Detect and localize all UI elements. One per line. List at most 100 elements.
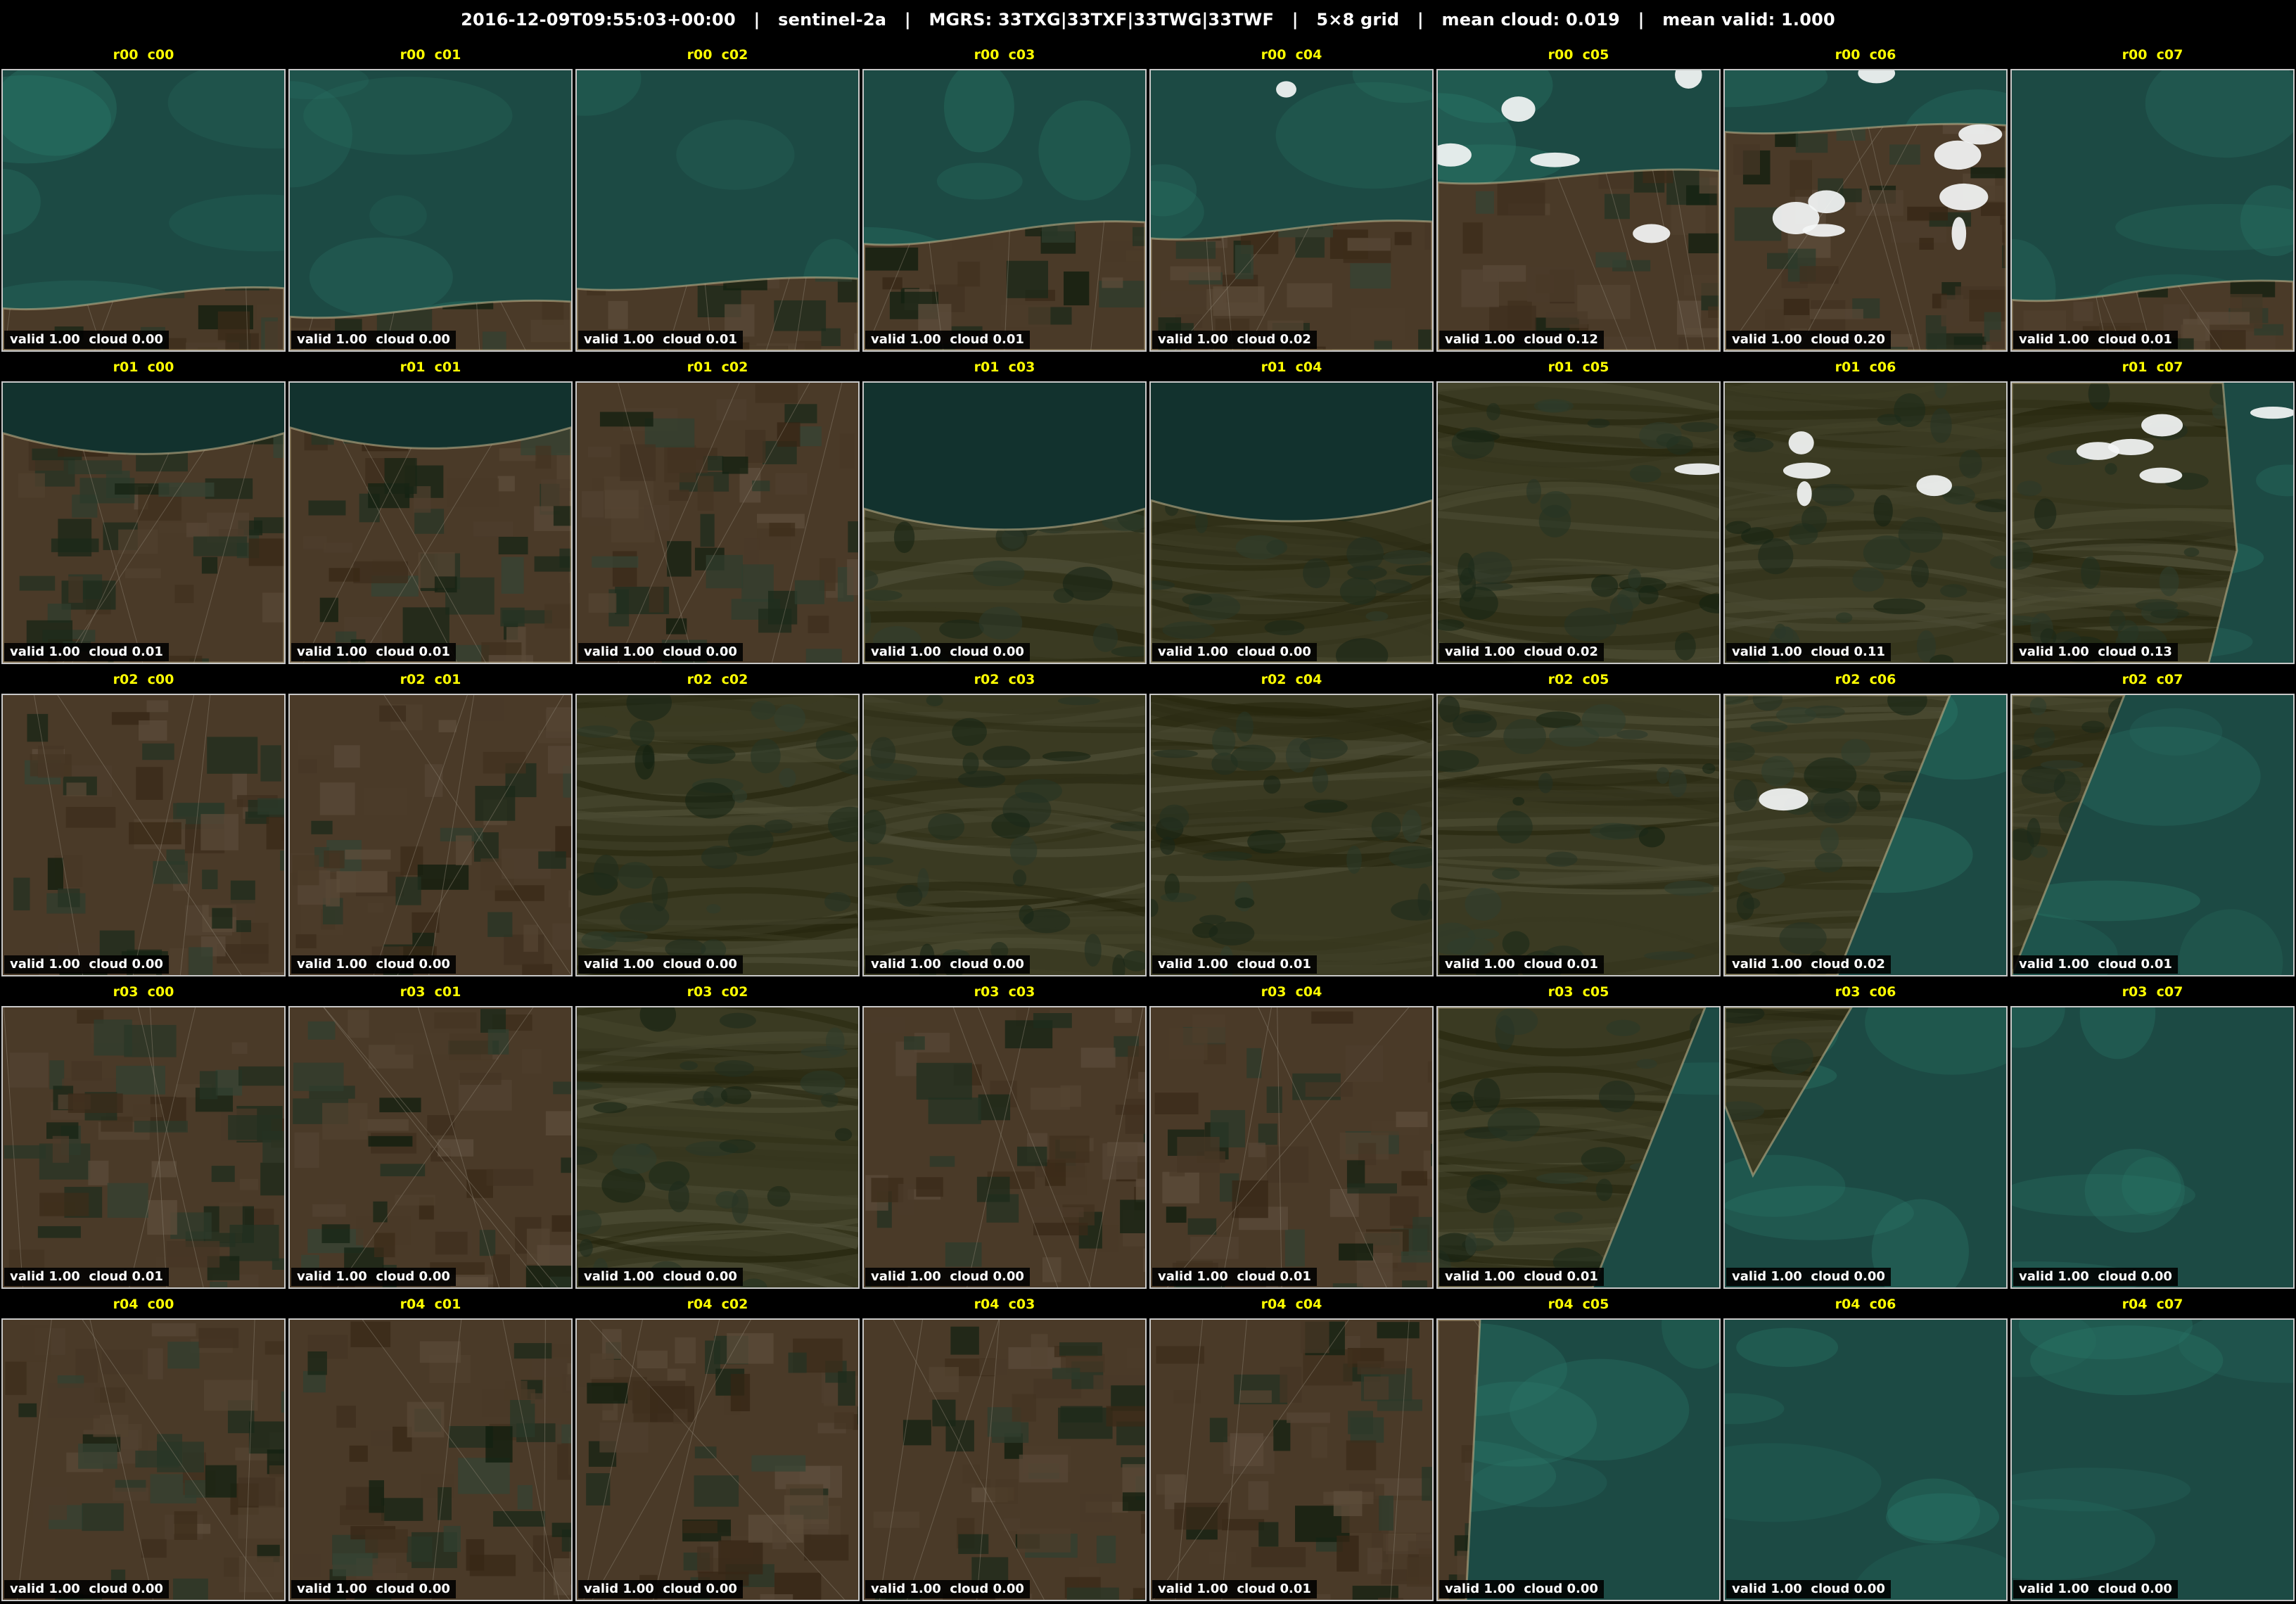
- satellite-tile: valid 1.00 cloud 0.13: [2010, 381, 2295, 664]
- tile-image: [1438, 1320, 1719, 1600]
- tile-label: r03 c02: [687, 984, 748, 1000]
- tile-image: [864, 1320, 1145, 1600]
- satellite-tile: valid 1.00 cloud 0.01: [1149, 694, 1434, 976]
- tile-stats: valid 1.00 cloud 0.01: [578, 331, 743, 349]
- tile-image: [3, 1007, 284, 1287]
- satellite-tile: valid 1.00 cloud 0.00: [288, 1006, 573, 1289]
- tile-stats: valid 1.00 cloud 0.00: [578, 1268, 743, 1286]
- tile-label: r00 c01: [400, 47, 461, 63]
- tile-label: r02 c02: [687, 672, 748, 687]
- tile-image: [1725, 695, 2006, 975]
- tile-stats: valid 1.00 cloud 0.00: [578, 1580, 743, 1598]
- satellite-tile: valid 1.00 cloud 0.01: [2010, 694, 2295, 976]
- tile-stats: valid 1.00 cloud 0.01: [1152, 955, 1317, 974]
- tile-image: [3, 1320, 284, 1600]
- tile-image: [3, 70, 284, 350]
- tile-stats: valid 1.00 cloud 0.00: [2013, 1580, 2178, 1598]
- tile-stats: valid 1.00 cloud 0.01: [1439, 955, 1604, 974]
- tile-label: r01 c04: [1261, 359, 1322, 375]
- satellite-tile: valid 1.00 cloud 0.00: [862, 694, 1147, 976]
- tile-label: r04 c01: [400, 1297, 461, 1312]
- tile-label: r04 c05: [1548, 1297, 1609, 1312]
- tile-stats: valid 1.00 cloud 0.00: [865, 955, 1030, 974]
- tile-label: r00 c05: [1548, 47, 1609, 63]
- tile-image: [864, 695, 1145, 975]
- tile-label: r00 c04: [1261, 47, 1322, 63]
- tile-label: r01 c02: [687, 359, 748, 375]
- satellite-tile: valid 1.00 cloud 0.00: [575, 381, 860, 664]
- satellite-tile: valid 1.00 cloud 0.02: [1436, 381, 1721, 664]
- satellite-tile: valid 1.00 cloud 0.01: [288, 381, 573, 664]
- tile-image: [864, 1007, 1145, 1287]
- satellite-tile: valid 1.00 cloud 0.00: [862, 1006, 1147, 1289]
- satellite-tile: valid 1.00 cloud 0.12: [1436, 69, 1721, 352]
- tile-label: r00 c02: [687, 47, 748, 63]
- tile-label: r00 c06: [1835, 47, 1896, 63]
- satellite-tile: valid 1.00 cloud 0.00: [862, 381, 1147, 664]
- tile-label: r03 c00: [113, 984, 174, 1000]
- satellite-tile: valid 1.00 cloud 0.00: [862, 1318, 1147, 1601]
- tile-stats: valid 1.00 cloud 0.01: [865, 331, 1030, 349]
- satellite-tile: valid 1.00 cloud 0.00: [575, 694, 860, 976]
- tile-label: r03 c06: [1835, 984, 1896, 1000]
- satellite-tile: valid 1.00 cloud 0.00: [1723, 1318, 2008, 1601]
- tile-grid: r00 c00 valid 1.00 cloud 0.00 r00 c01 valid…: [0, 0, 2296, 1604]
- tile-image: [1438, 383, 1719, 663]
- tile-image: [2012, 383, 2293, 663]
- tile-image: [1725, 1320, 2006, 1600]
- tile-label: r01 c03: [974, 359, 1035, 375]
- tile-stats: valid 1.00 cloud 0.00: [1439, 1580, 1604, 1598]
- tile-label: r01 c05: [1548, 359, 1609, 375]
- tile-image: [290, 1320, 571, 1600]
- tile-stats: valid 1.00 cloud 0.00: [1726, 1580, 1891, 1598]
- tile-stats: valid 1.00 cloud 0.00: [578, 643, 743, 661]
- tile-stats: valid 1.00 cloud 0.01: [4, 1268, 169, 1286]
- tile-image: [2012, 70, 2293, 350]
- tile-stats: valid 1.00 cloud 0.01: [2013, 331, 2178, 349]
- satellite-tile: valid 1.00 cloud 0.01: [1149, 1006, 1434, 1289]
- tile-label: r04 c03: [974, 1297, 1035, 1312]
- satellite-tile: valid 1.00 cloud 0.01: [1436, 1006, 1721, 1289]
- tile-image: [1438, 1007, 1719, 1287]
- tile-label: r01 c00: [113, 359, 174, 375]
- satellite-tile: valid 1.00 cloud 0.00: [2010, 1318, 2295, 1601]
- tile-image: [290, 70, 571, 350]
- satellite-tile: valid 1.00 cloud 0.01: [575, 69, 860, 352]
- tile-stats: valid 1.00 cloud 0.00: [865, 1268, 1030, 1286]
- satellite-tile: valid 1.00 cloud 0.01: [1, 1006, 286, 1289]
- satellite-tile: valid 1.00 cloud 0.00: [1, 694, 286, 976]
- tile-image: [3, 695, 284, 975]
- tile-image: [1725, 70, 2006, 350]
- tile-label: r03 c05: [1548, 984, 1609, 1000]
- tile-stats: valid 1.00 cloud 0.00: [2013, 1268, 2178, 1286]
- tile-label: r02 c03: [974, 672, 1035, 687]
- tile-label: r00 c03: [974, 47, 1035, 63]
- tile-stats: valid 1.00 cloud 0.02: [1439, 643, 1604, 661]
- tile-stats: valid 1.00 cloud 0.02: [1152, 331, 1317, 349]
- tile-image: [3, 383, 284, 663]
- satellite-tile: valid 1.00 cloud 0.20: [1723, 69, 2008, 352]
- tile-image: [577, 695, 858, 975]
- tile-label: r03 c07: [2122, 984, 2183, 1000]
- satellite-tile: valid 1.00 cloud 0.11: [1723, 381, 2008, 664]
- tile-image: [864, 70, 1145, 350]
- tile-label: r00 c07: [2122, 47, 2183, 63]
- tile-image: [2012, 695, 2293, 975]
- tile-label: r02 c04: [1261, 672, 1322, 687]
- tile-stats: valid 1.00 cloud 0.00: [865, 643, 1030, 661]
- satellite-tile: valid 1.00 cloud 0.00: [288, 1318, 573, 1601]
- satellite-tile: valid 1.00 cloud 0.00: [1723, 1006, 2008, 1289]
- tile-image: [290, 695, 571, 975]
- satellite-tile: valid 1.00 cloud 0.00: [1, 69, 286, 352]
- satellite-tile: valid 1.00 cloud 0.00: [1436, 1318, 1721, 1601]
- tile-image: [1151, 383, 1432, 663]
- satellite-tile: valid 1.00 cloud 0.01: [1, 381, 286, 664]
- tile-stats: valid 1.00 cloud 0.00: [291, 331, 456, 349]
- tile-image: [290, 1007, 571, 1287]
- tile-label: r04 c04: [1261, 1297, 1322, 1312]
- tile-stats: valid 1.00 cloud 0.11: [1726, 643, 1891, 661]
- tile-image: [1151, 1320, 1432, 1600]
- tile-stats: valid 1.00 cloud 0.00: [4, 955, 169, 974]
- tile-image: [577, 1320, 858, 1600]
- satellite-tile: valid 1.00 cloud 0.00: [288, 69, 573, 352]
